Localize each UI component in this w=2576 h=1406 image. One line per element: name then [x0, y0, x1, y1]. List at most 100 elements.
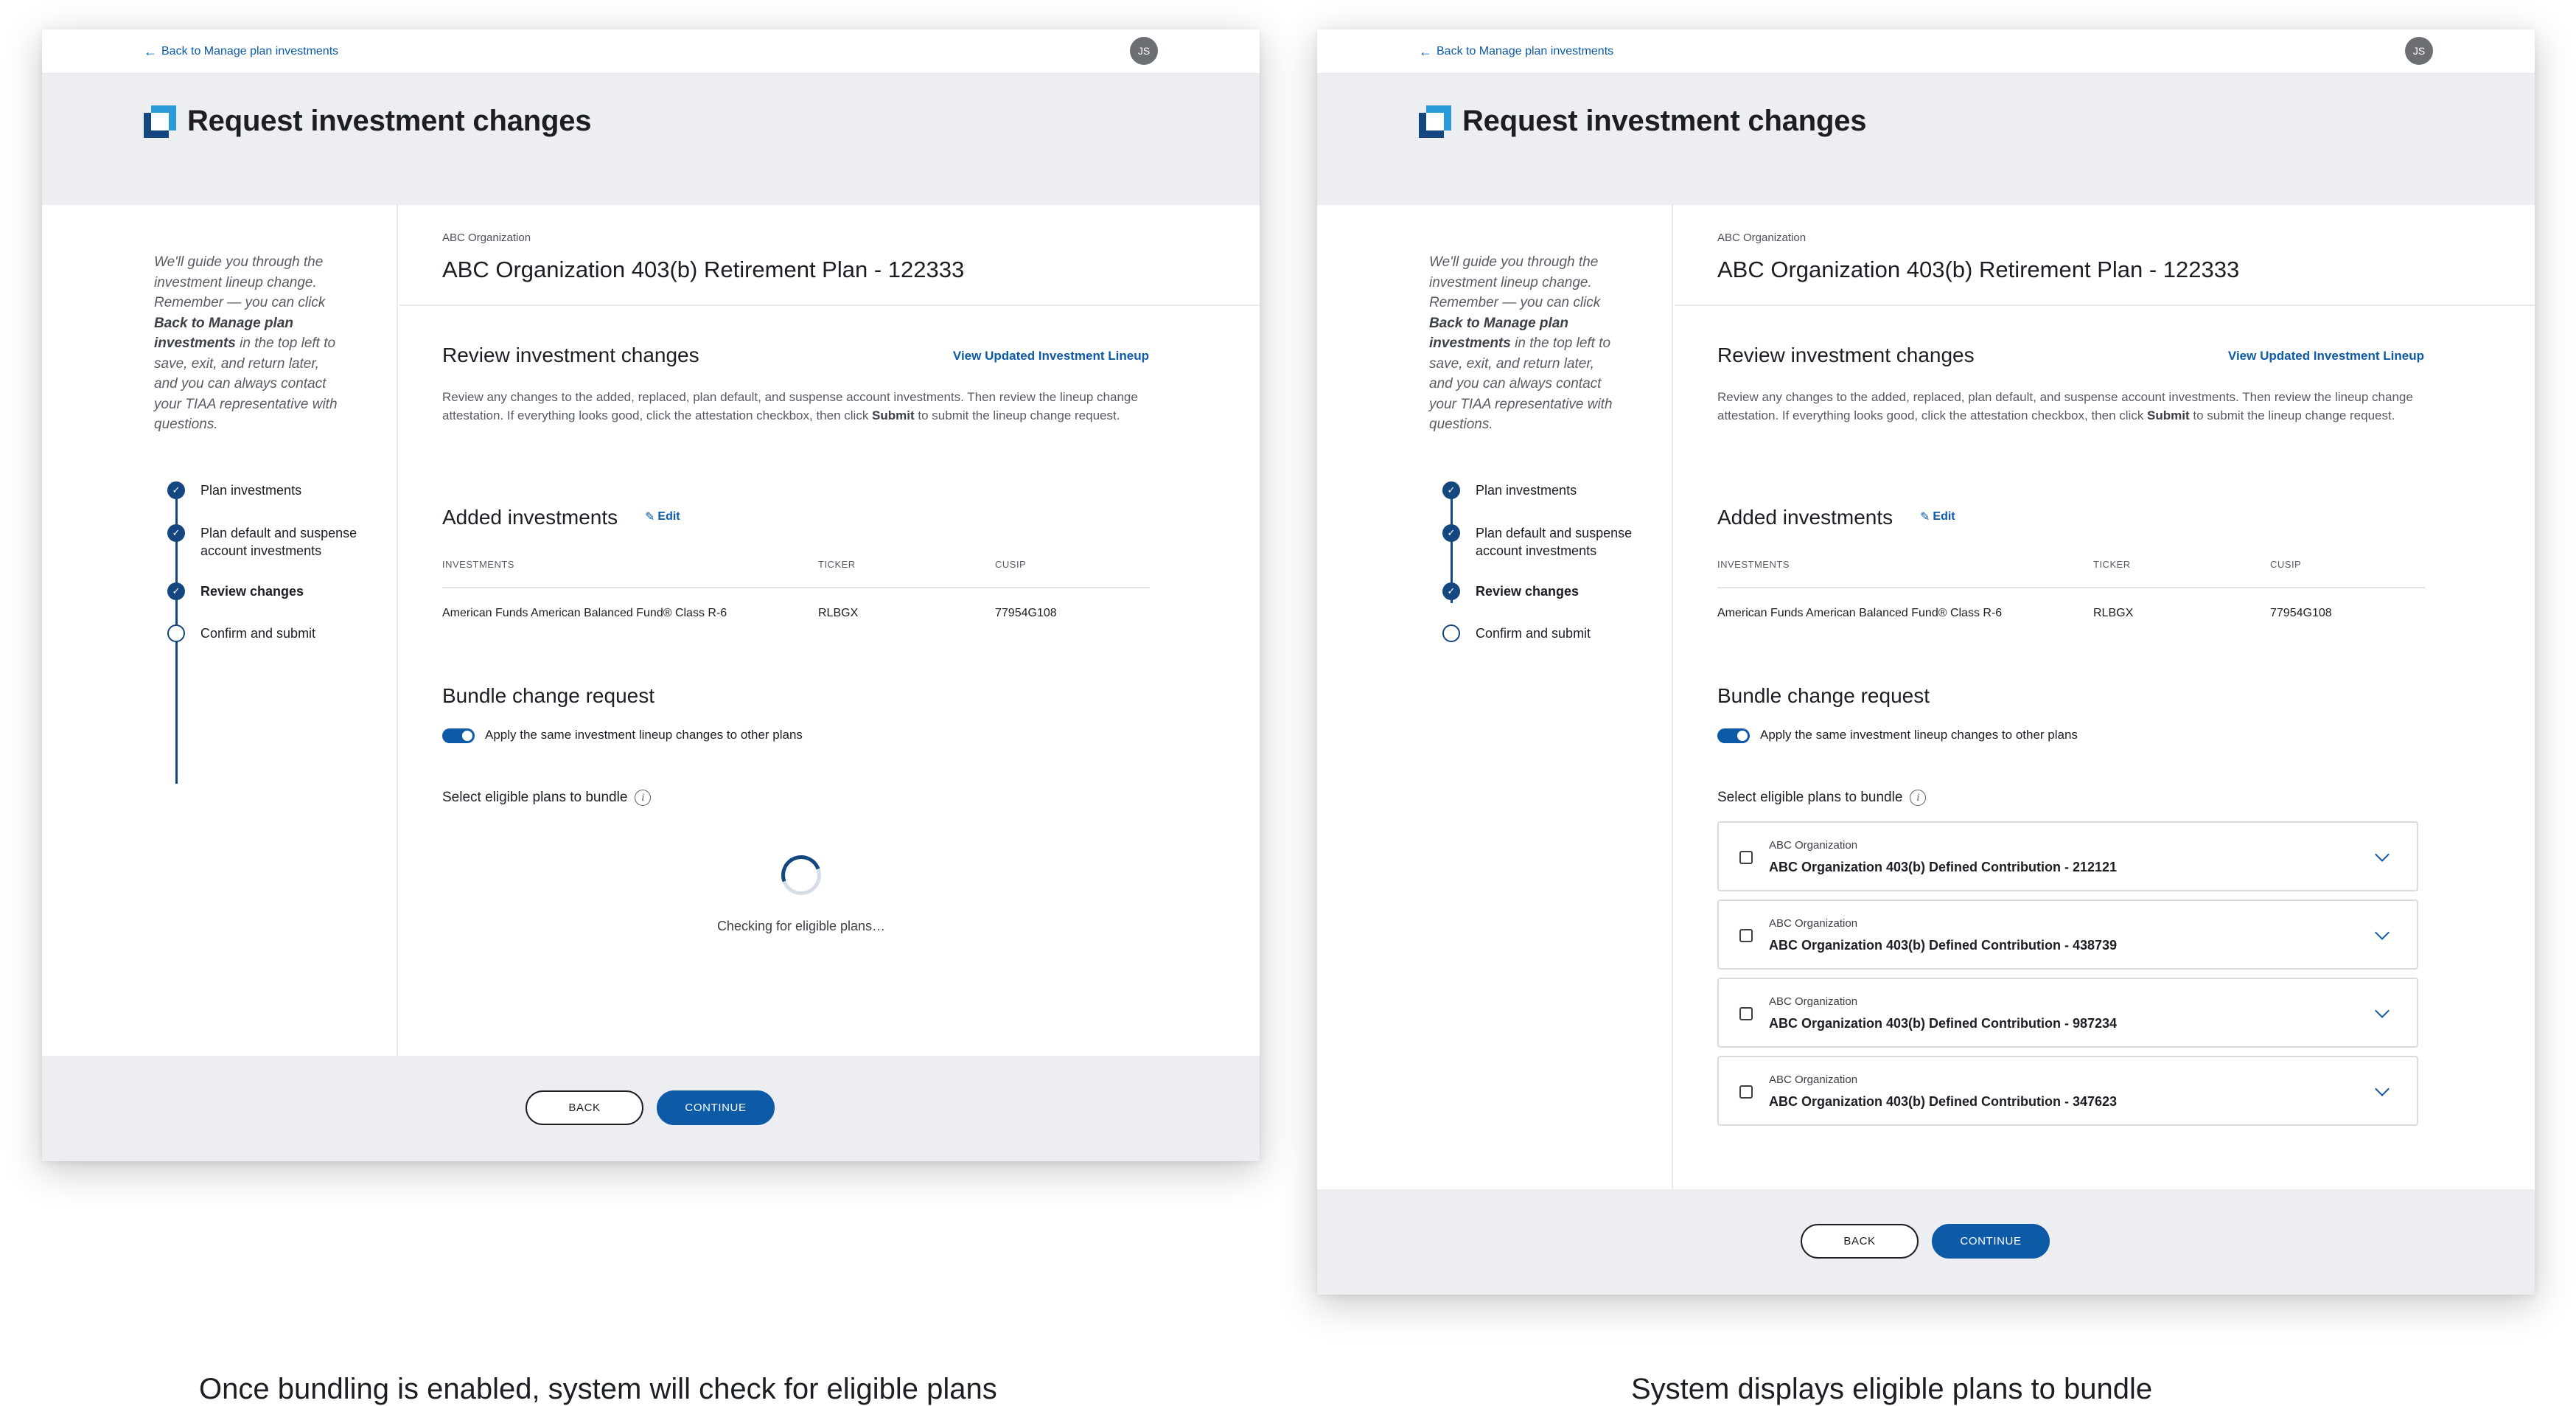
column-header: INVESTMENTS	[442, 559, 514, 570]
avatar[interactable]: JS	[2405, 37, 2433, 65]
table-cell: RLBGX	[2093, 607, 2134, 619]
step-confirm-submit: Confirm and submit	[1442, 624, 1645, 642]
toggle-knob	[462, 731, 472, 741]
step-label: Plan default and suspense account invest…	[200, 526, 357, 558]
table-divider	[1717, 587, 2425, 588]
edit-link[interactable]: ✎ Edit	[1920, 509, 1955, 524]
page-title: Request investment changes	[187, 105, 592, 137]
check-icon: ✓	[167, 481, 185, 499]
back-to-manage-link[interactable]: ← Back to Manage plan investments	[1419, 45, 1613, 58]
continue-button[interactable]: CONTINUE	[657, 1090, 775, 1125]
check-icon: ✓	[1442, 582, 1460, 600]
tiaa-logo-icon	[1419, 105, 1451, 138]
step-label: Review changes	[1476, 584, 1580, 599]
bundle-toggle[interactable]	[1717, 728, 1750, 743]
back-button[interactable]: BACK	[1801, 1224, 1919, 1259]
org-name: ABC Organization	[442, 232, 531, 244]
arrow-left-icon: ←	[144, 44, 157, 59]
review-title: Review investment changes	[1717, 344, 1975, 366]
empty-circle-icon	[1442, 624, 1460, 642]
left-caption: Once bundling is enabled, system will ch…	[199, 1373, 997, 1405]
footer: BACK CONTINUE	[42, 1056, 1260, 1161]
avatar[interactable]: JS	[1130, 37, 1158, 65]
top-bar: ← Back to Manage plan investments JS	[1317, 29, 2535, 74]
view-lineup-link[interactable]: View Updated Investment Lineup	[953, 349, 1149, 363]
info-icon[interactable]: i	[635, 790, 652, 806]
added-investments-title: Added investments	[442, 506, 618, 529]
plan-org: ABC Organization	[1769, 917, 1858, 930]
review-title: Review investment changes	[442, 344, 699, 366]
step-plan-default: ✓ Plan default and suspense account inve…	[1442, 524, 1660, 560]
step-label: Confirm and submit	[1476, 626, 1591, 641]
plan-checkbox[interactable]	[1739, 851, 1753, 864]
screen-checking-eligible-plans: ← Back to Manage plan investments JS Req…	[42, 29, 1260, 1161]
sidebar: We'll guide you through the investment l…	[42, 205, 398, 1056]
table-cell: 77954G108	[995, 607, 1057, 619]
chevron-down-icon[interactable]	[2375, 1003, 2390, 1018]
footer: BACK CONTINUE	[1317, 1189, 2535, 1295]
back-to-manage-link[interactable]: ← Back to Manage plan investments	[144, 45, 338, 58]
plan-name: ABC Organization 403(b) Defined Contribu…	[1769, 938, 2118, 953]
select-plans-label: Select eligible plans to bundle i	[1717, 790, 1927, 806]
eligible-plan-card[interactable]: ABC Organization ABC Organization 403(b)…	[1717, 899, 2418, 970]
toggle-knob	[1737, 731, 1748, 741]
review-description: Review any changes to the added, replace…	[442, 390, 1138, 422]
review-description: Review any changes to the added, replace…	[1717, 390, 2413, 422]
eligible-plan-card[interactable]: ABC Organization ABC Organization 403(b)…	[1717, 978, 2418, 1048]
bundle-title: Bundle change request	[442, 684, 655, 707]
plan-checkbox[interactable]	[1739, 929, 1753, 942]
step-review-changes: ✓ Review changes	[167, 582, 370, 600]
pencil-icon: ✎	[645, 511, 655, 523]
step-review-changes: ✓ Review changes	[1442, 582, 1645, 600]
step-label: Confirm and submit	[200, 626, 316, 641]
check-icon: ✓	[1442, 524, 1460, 542]
column-header: TICKER	[818, 559, 856, 570]
info-icon[interactable]: i	[1910, 790, 1927, 806]
column-header: TICKER	[2093, 559, 2131, 570]
plan-checkbox[interactable]	[1739, 1085, 1753, 1099]
step-plan-investments: ✓ Plan investments	[1442, 481, 1645, 499]
column-header: CUSIP	[2270, 559, 2302, 570]
chevron-down-icon[interactable]	[2375, 1082, 2390, 1096]
table-divider	[442, 587, 1150, 588]
bundle-title: Bundle change request	[1717, 684, 1930, 707]
eligible-plan-card[interactable]: ABC Organization ABC Organization 403(b)…	[1717, 1056, 2418, 1126]
column-header: INVESTMENTS	[1717, 559, 1790, 570]
top-bar: ← Back to Manage plan investments JS	[42, 29, 1260, 74]
bundle-toggle[interactable]	[442, 728, 475, 743]
select-plans-label: Select eligible plans to bundle i	[442, 790, 652, 806]
toggle-label: Apply the same investment lineup changes…	[485, 728, 803, 742]
chevron-down-icon[interactable]	[2375, 925, 2390, 940]
plan-name: ABC Organization 403(b) Defined Contribu…	[1769, 1094, 2118, 1109]
step-label: Plan investments	[1476, 483, 1577, 498]
org-name: ABC Organization	[1717, 232, 1807, 244]
plan-checkbox[interactable]	[1739, 1007, 1753, 1020]
empty-circle-icon	[167, 624, 185, 642]
step-plan-default: ✓ Plan default and suspense account inve…	[167, 524, 385, 560]
column-header: CUSIP	[995, 559, 1027, 570]
view-lineup-link[interactable]: View Updated Investment Lineup	[2228, 349, 2424, 363]
table-cell: American Funds American Balanced Fund® C…	[1717, 607, 2003, 619]
step-plan-investments: ✓ Plan investments	[167, 481, 370, 499]
page-title: Request investment changes	[1462, 105, 1867, 137]
screen-eligible-plans: ← Back to Manage plan investments JS Req…	[1317, 29, 2535, 1295]
continue-button[interactable]: CONTINUE	[1932, 1224, 2050, 1259]
table-cell: 77954G108	[2270, 607, 2332, 619]
eligible-plan-card[interactable]: ABC Organization ABC Organization 403(b)…	[1717, 821, 2418, 891]
toggle-label: Apply the same investment lineup changes…	[1760, 728, 2078, 742]
edit-link[interactable]: ✎ Edit	[645, 509, 680, 524]
chevron-down-icon[interactable]	[2375, 847, 2390, 862]
tiaa-logo-icon	[144, 105, 176, 138]
divider	[399, 304, 1260, 306]
right-caption: System displays eligible plans to bundle	[1631, 1373, 2153, 1405]
main-content: ABC Organization ABC Organization 403(b)…	[1675, 205, 2535, 1189]
back-button[interactable]: BACK	[526, 1090, 643, 1125]
page-header: Request investment changes	[42, 74, 1260, 205]
guide-text: We'll guide you through the investment l…	[1429, 254, 1613, 432]
sidebar: We'll guide you through the investment l…	[1317, 205, 1673, 1189]
check-icon: ✓	[167, 524, 185, 542]
main-content: ABC Organization ABC Organization 403(b)…	[399, 205, 1260, 1056]
pencil-icon: ✎	[1920, 511, 1930, 523]
added-investments-title: Added investments	[1717, 506, 1893, 529]
table-cell: RLBGX	[818, 607, 859, 619]
